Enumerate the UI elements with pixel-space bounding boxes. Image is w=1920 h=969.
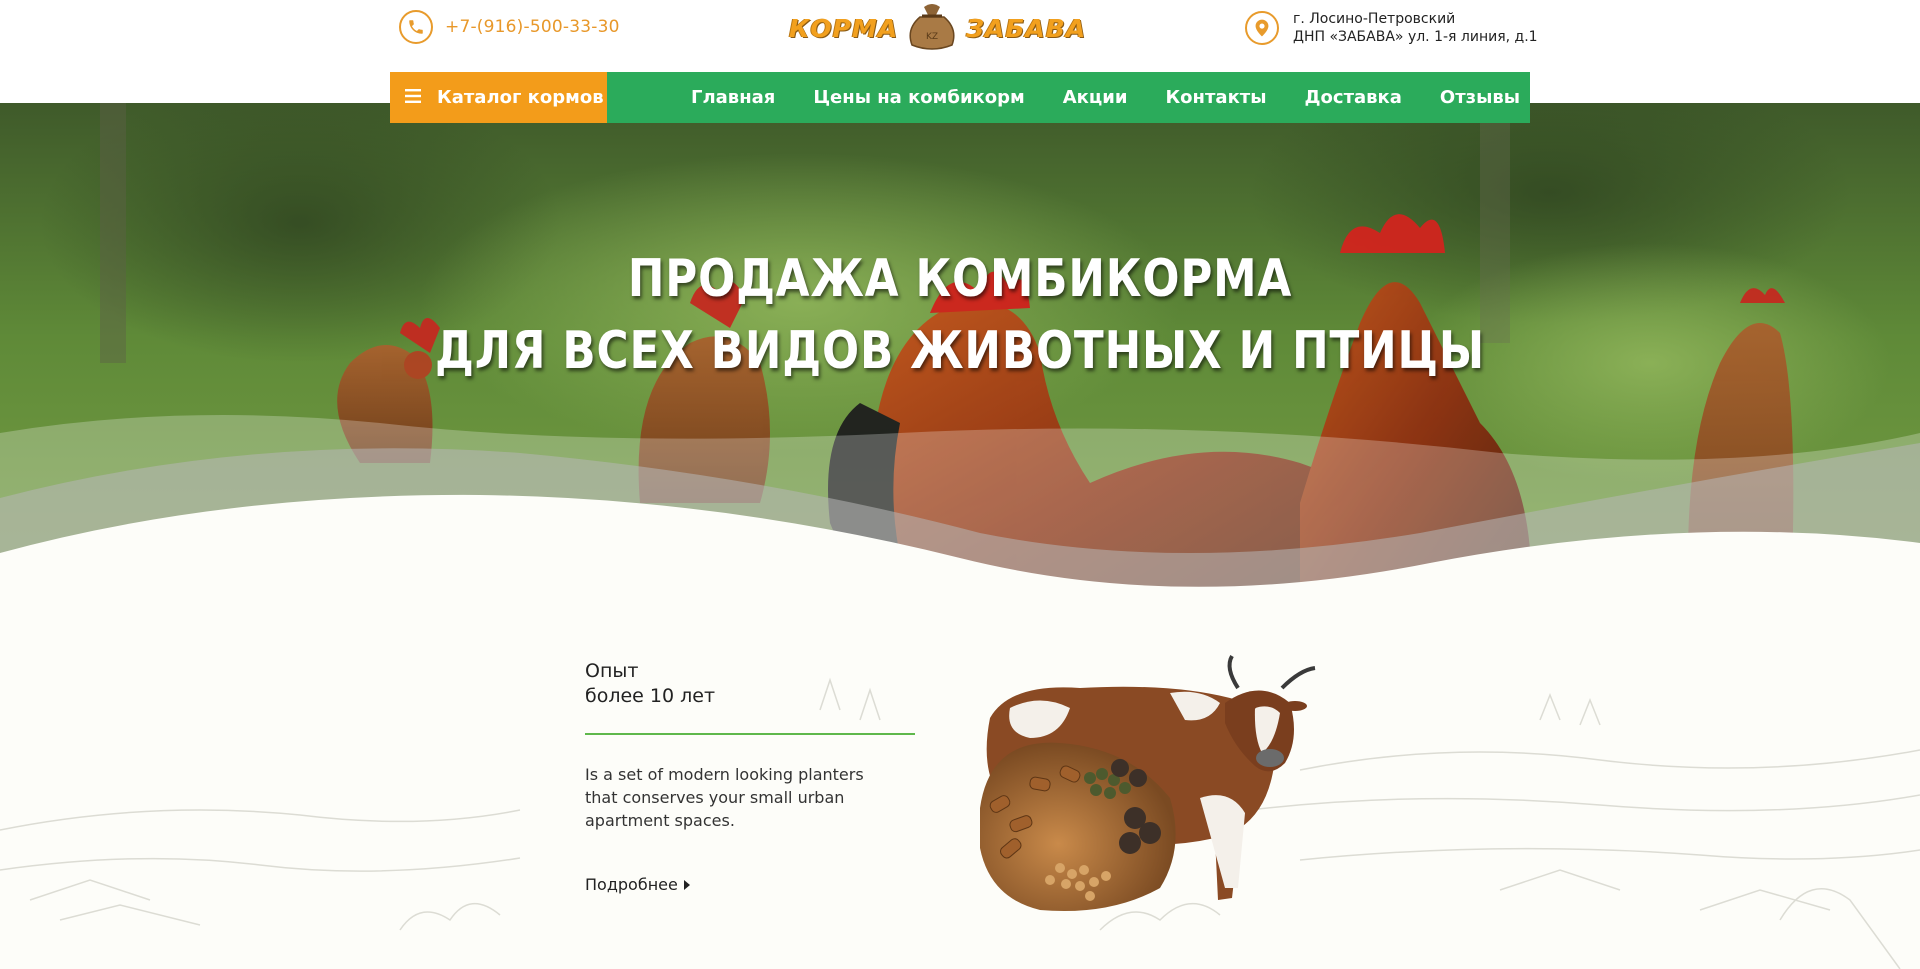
nav-item-contacts[interactable]: Контакты <box>1165 87 1266 108</box>
header-phone[interactable]: +7-(916)-500-33-30 <box>399 10 620 44</box>
address-street: ДНП «ЗАБАВА» ул. 1-я линия, д.1 <box>1293 29 1538 45</box>
feature-section: Опыт более 10 лет Is a set of modern loo… <box>0 600 1920 969</box>
logo-word-right: ЗАБАВА <box>966 13 1087 43</box>
phone-icon <box>399 10 433 44</box>
address-city: г. Лосино-Петровский <box>1293 11 1456 27</box>
feed-bag-icon: KZ <box>902 1 962 55</box>
nav-item-prices[interactable]: Цены на комбикорм <box>813 87 1024 108</box>
caret-right-icon <box>683 875 690 894</box>
hero-banner: ПРОДАЖА КОМБИКОРМА ДЛЯ ВСЕХ ВИДОВ ЖИВОТН… <box>0 103 1920 623</box>
experience-description: Is a set of modern looking planters that… <box>585 765 864 830</box>
hero-title-line1: ПРОДАЖА КОМБИКОРМА <box>627 249 1293 309</box>
site-logo[interactable]: КОРМА KZ ЗАБАВА <box>789 1 1085 55</box>
cow-feed-illustration <box>980 654 1316 912</box>
more-link-label[interactable]: Подробнее <box>585 875 678 894</box>
experience-title-line2: более 10 лет <box>585 685 716 707</box>
nav-menu: Главная Цены на комбикорм Акции Контакты… <box>607 72 1520 123</box>
nav-item-promotions[interactable]: Акции <box>1063 87 1128 108</box>
location-pin-icon <box>1245 11 1279 45</box>
menu-icon <box>405 88 421 107</box>
accent-divider <box>585 733 915 735</box>
experience-title-line1: Опыт <box>585 660 639 682</box>
catalog-button-label: Каталог кормов <box>437 87 604 108</box>
header-address: г. Лосино-Петровский ДНП «ЗАБАВА» ул. 1-… <box>1245 10 1538 46</box>
hero-title: ПРОДАЖА КОМБИКОРМА ДЛЯ ВСЕХ ВИДОВ ЖИВОТН… <box>154 243 1767 387</box>
experience-title: Опыт более 10 лет <box>585 659 715 709</box>
nav-item-reviews[interactable]: Отзывы <box>1440 87 1520 108</box>
logo-word-left: КОРМА <box>789 13 899 43</box>
more-link[interactable]: Подробнее <box>585 875 690 894</box>
main-nav: Каталог кормов Главная Цены на комбикорм… <box>390 72 1530 123</box>
nav-item-delivery[interactable]: Доставка <box>1305 87 1402 108</box>
landscape-sketch-background <box>0 677 1920 969</box>
nav-item-home[interactable]: Главная <box>691 87 775 108</box>
catalog-button[interactable]: Каталог кормов <box>390 72 607 123</box>
svg-text:KZ: KZ <box>926 32 938 42</box>
hero-title-line2: ДЛЯ ВСЕХ ВИДОВ ЖИВОТНЫХ И ПТИЦЫ <box>435 321 1485 381</box>
phone-number[interactable]: +7-(916)-500-33-30 <box>445 17 620 37</box>
